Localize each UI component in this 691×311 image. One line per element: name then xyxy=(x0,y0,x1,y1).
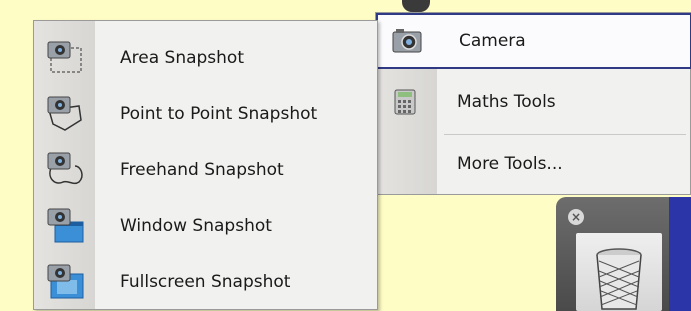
menu-item-label: More Tools... xyxy=(457,154,563,174)
menu-separator xyxy=(444,134,686,135)
widget-side-band xyxy=(669,197,691,311)
menu-item-label: Camera xyxy=(459,31,526,51)
window-snapshot-icon xyxy=(47,208,84,243)
menu-item-more-tools[interactable]: More Tools... xyxy=(376,136,691,192)
trash-widget[interactable]: × xyxy=(556,197,691,311)
menu-item-area-snapshot[interactable]: Area Snapshot xyxy=(34,30,377,86)
freehand-snapshot-icon xyxy=(47,152,83,185)
close-icon[interactable]: × xyxy=(568,209,584,225)
point-to-point-snapshot-icon xyxy=(47,96,82,131)
camera-icon xyxy=(392,29,422,53)
menu-item-point-to-point-snapshot[interactable]: Point to Point Snapshot xyxy=(34,86,377,142)
menu-item-maths-tools[interactable]: Maths Tools xyxy=(376,74,691,130)
menu-item-freehand-snapshot[interactable]: Freehand Snapshot xyxy=(34,142,377,198)
calculator-icon xyxy=(394,89,416,115)
fullscreen-snapshot-icon xyxy=(47,264,84,299)
trash-panel xyxy=(576,233,662,311)
menu-item-label: Point to Point Snapshot xyxy=(120,104,318,124)
area-snapshot-icon xyxy=(47,41,82,73)
menu-item-window-snapshot[interactable]: Window Snapshot xyxy=(34,198,377,254)
snapshot-submenu: Area Snapshot Point to Point Snapshot Fr… xyxy=(33,20,378,310)
menu-item-label: Area Snapshot xyxy=(120,48,244,68)
tools-menu: Camera Maths Tools More Tools... xyxy=(375,12,691,195)
menu-item-label: Fullscreen Snapshot xyxy=(120,272,291,292)
menu-item-label: Window Snapshot xyxy=(120,216,272,236)
menu-item-label: Freehand Snapshot xyxy=(120,160,284,180)
desktop-background xyxy=(0,0,691,12)
menu-item-fullscreen-snapshot[interactable]: Fullscreen Snapshot xyxy=(34,254,377,310)
trash-bin-icon[interactable] xyxy=(594,247,644,311)
menu-item-label: Maths Tools xyxy=(457,92,556,112)
menu-item-camera[interactable]: Camera xyxy=(376,13,691,69)
